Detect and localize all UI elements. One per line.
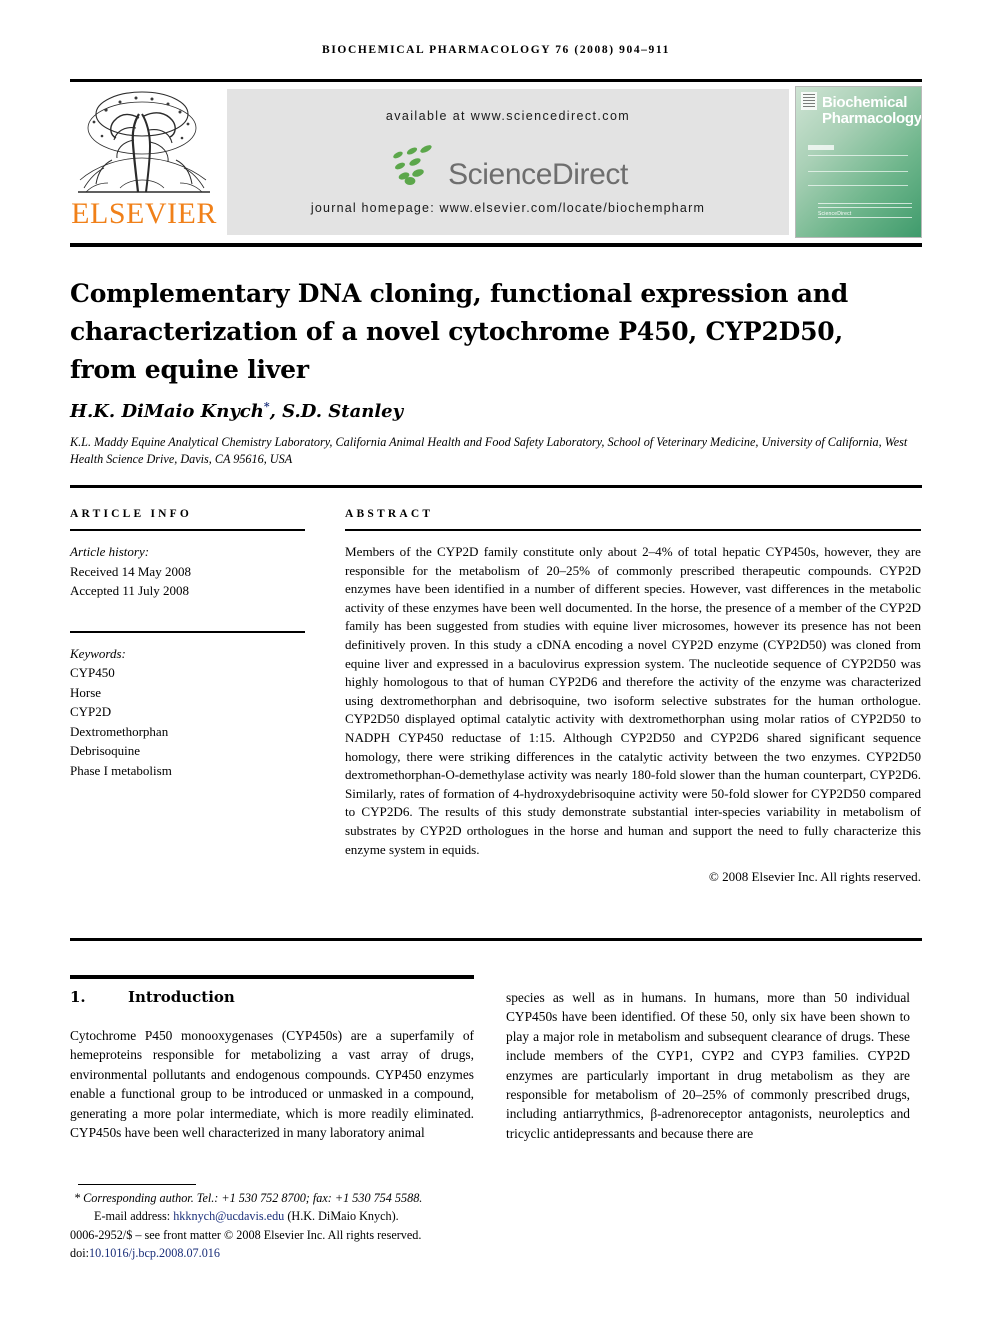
abstract-bottom-rule: [70, 938, 922, 941]
keyword-item: CYP2D: [70, 704, 112, 719]
sciencedirect-logo: ScienceDirect: [227, 145, 789, 191]
abstract-rule: [345, 529, 921, 531]
keyword-item: Phase I metabolism: [70, 762, 172, 778]
cover-title: Biochemical Pharmacology: [822, 94, 922, 127]
abstract-text: Members of the CYP2D family constitute o…: [345, 544, 921, 857]
header-rule: [70, 79, 922, 82]
body-column-left: 1. Introduction Cytochrome P450 monooxyge…: [70, 988, 474, 1142]
keywords-label: Keywords:: [70, 645, 126, 661]
article-history-label: Article history:: [70, 544, 150, 559]
elsevier-logo: ELSEVIER: [70, 86, 218, 238]
cover-divider-3: [808, 185, 908, 186]
section-heading-introduction: 1. Introduction: [70, 988, 474, 1006]
cover-title-line1: Biochemical: [822, 94, 908, 111]
author-list: H.K. DiMaio Knych*, S.D. Stanley: [70, 400, 870, 422]
keywords-rule: [70, 630, 305, 633]
cover-accent-bar: [808, 145, 834, 150]
cover-publisher-icon: [801, 92, 817, 110]
article-accepted-date: Accepted 11 July 2008: [70, 583, 190, 598]
doi-label: doi:: [70, 1245, 89, 1260]
affiliation: K.L. Maddy Equine Analytical Chemistry L…: [70, 435, 908, 466]
introduction-rule: [70, 975, 474, 979]
article-info-heading: ARTICLE INFO: [70, 508, 193, 520]
email-note: E-mail address: hkknych@ucdavis.edu (H.K…: [70, 1208, 490, 1226]
section-number: 1.: [70, 988, 86, 1006]
introduction-paragraph-left: Cytochrome P450 monooxygenases (CYP450s)…: [70, 1028, 474, 1141]
front-matter-note: 0006-2952/$ – see front matter © 2008 El…: [70, 1228, 422, 1242]
journal-cover-thumbnail: Biochemical Pharmacology ScienceDirect: [795, 86, 922, 238]
available-at-text: available at www.sciencedirect.com: [385, 109, 631, 123]
masthead-rule: [70, 243, 922, 247]
running-head: BIOCHEMICAL PHARMACOLOGY 76 (2008) 904–9…: [322, 44, 670, 56]
cover-divider-1: [808, 155, 908, 156]
section-title: Introduction: [128, 988, 235, 1006]
article-history: Article history: Received 14 May 2008 Ac…: [70, 542, 305, 601]
introduction-paragraph-right: species as well as in humans. In humans,…: [506, 990, 910, 1141]
article-received-date: Received 14 May 2008: [70, 563, 191, 579]
corresponding-author-note: * Corresponding author. Tel.: +1 530 752…: [74, 1191, 423, 1205]
elsevier-wordmark: ELSEVIER: [71, 197, 217, 230]
abstract-copyright: © 2008 Elsevier Inc. All rights reserved…: [708, 869, 921, 885]
article-info-rule: [70, 529, 305, 531]
abstract-top-rule: [70, 485, 922, 488]
email-link[interactable]: hkknych@ucdavis.edu: [173, 1209, 284, 1223]
keyword-item: Debrisoquine: [70, 743, 141, 758]
abstract-heading: ABSTRACT: [345, 508, 434, 520]
footnote-rule: [78, 1184, 196, 1185]
keywords-block: Keywords: CYP450 Horse CYP2D Dextrometho…: [70, 644, 305, 781]
keyword-item: CYP450: [70, 665, 115, 680]
abstract-column: ABSTRACT Members of the CYP2D family con…: [345, 508, 921, 885]
journal-homepage-text: journal homepage: www.elsevier.com/locat…: [310, 201, 706, 215]
sciencedirect-wordmark: ScienceDirect: [448, 157, 628, 191]
sciencedirect-banner: available at www.sciencedirect.com Scien…: [227, 89, 789, 235]
author-primary: H.K. DiMaio Knych: [70, 401, 264, 422]
email-label: E-mail address:: [94, 1208, 171, 1223]
paper-page: BIOCHEMICAL PHARMACOLOGY 76 (2008) 904–9…: [0, 0, 992, 1323]
page-title: Complementary DNA cloning, functional ex…: [70, 278, 849, 384]
journal-masthead: ELSEVIER available at www.sciencedirect.…: [70, 86, 922, 238]
author-secondary: , S.D. Stanley: [269, 401, 404, 422]
cover-divider-2: [808, 171, 908, 172]
elsevier-tree-icon: [76, 88, 212, 196]
keyword-item: Dextromethorphan: [70, 723, 169, 739]
body-column-right: species as well as in humans. In humans,…: [506, 988, 910, 1143]
footnote-block: * Corresponding author. Tel.: +1 530 752…: [70, 1190, 490, 1262]
doi-note: doi:10.1016/j.bcp.2008.07.016: [70, 1245, 490, 1263]
sciencedirect-petals-icon: [388, 145, 444, 204]
cover-footer: ScienceDirect: [818, 203, 912, 229]
doi-link[interactable]: 10.1016/j.bcp.2008.07.016: [89, 1246, 220, 1260]
cover-title-line2: Pharmacology: [822, 110, 922, 127]
article-info-column: ARTICLE INFO Article history: Received 1…: [70, 508, 305, 780]
email-owner: (H.K. DiMaio Knych).: [287, 1208, 399, 1223]
keyword-item: Horse: [70, 684, 102, 700]
